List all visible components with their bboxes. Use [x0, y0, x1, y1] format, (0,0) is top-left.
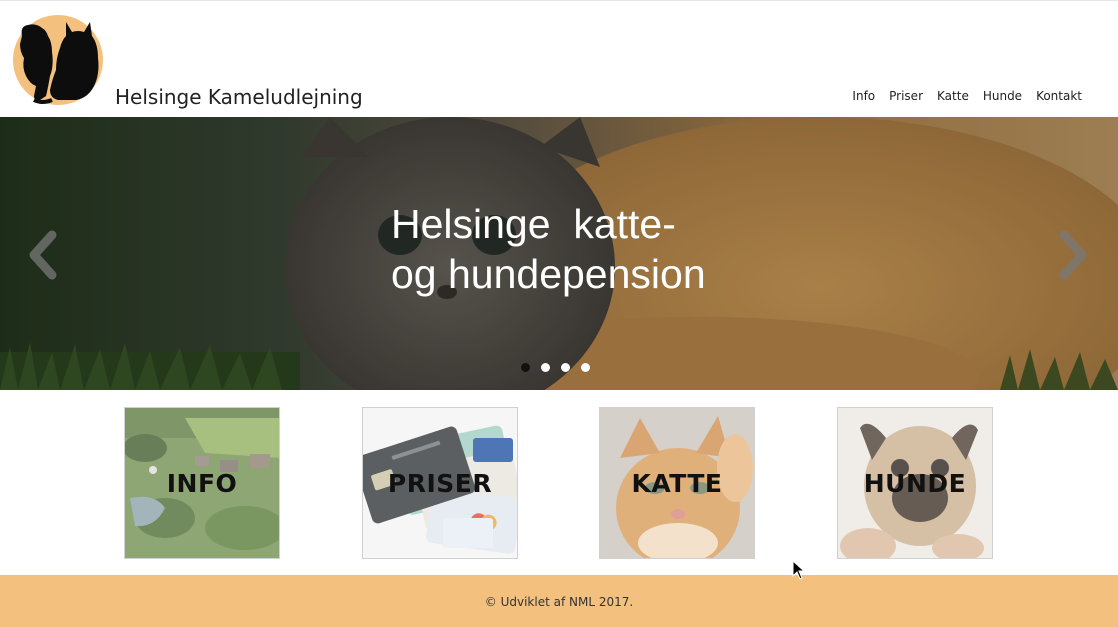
carousel-dot-4[interactable]: [581, 363, 590, 372]
logo-icon[interactable]: [12, 14, 104, 106]
chevron-left-icon[interactable]: [24, 229, 60, 281]
carousel-dot-2[interactable]: [541, 363, 550, 372]
site-footer: © Udviklet af NML 2017.: [0, 575, 1118, 627]
hero-title-line1: Helsinge katte-: [391, 201, 676, 247]
tile-priser[interactable]: PRISER: [362, 407, 518, 559]
site-title[interactable]: Helsinge Kameludlejning: [115, 85, 363, 109]
tile-hunde[interactable]: HUNDE: [837, 407, 993, 559]
tile-info[interactable]: INFO: [124, 407, 280, 559]
chevron-right-icon[interactable]: [1056, 229, 1092, 281]
tile-label-priser: PRISER: [387, 469, 493, 498]
mouse-pointer-icon: [792, 560, 806, 580]
footer-text: © Udviklet af NML 2017.: [484, 595, 634, 609]
nav-item-info[interactable]: Info: [852, 89, 875, 103]
nav-item-kontakt[interactable]: Kontakt: [1036, 89, 1082, 103]
main-nav: Info Priser Katte Hunde Kontakt: [838, 89, 1082, 103]
carousel-indicators: [521, 363, 601, 372]
hero-title-line2: og hundepension: [391, 251, 706, 297]
nav-item-hunde[interactable]: Hunde: [983, 89, 1022, 103]
carousel-dot-3[interactable]: [561, 363, 570, 372]
tile-label-info: INFO: [166, 469, 238, 498]
nav-item-katte[interactable]: Katte: [937, 89, 969, 103]
site-header: Helsinge Kameludlejning Info Priser Katt…: [0, 1, 1118, 117]
tile-label-katte: KATTE: [631, 469, 723, 498]
hero-title: Helsinge katte- og hundepension: [391, 199, 706, 299]
carousel-dot-1[interactable]: [521, 363, 530, 372]
hero-carousel: Helsinge katte- og hundepension: [0, 117, 1118, 390]
tile-label-hunde: HUNDE: [863, 469, 967, 498]
nav-item-priser[interactable]: Priser: [889, 89, 923, 103]
tile-katte[interactable]: KATTE: [599, 407, 755, 559]
